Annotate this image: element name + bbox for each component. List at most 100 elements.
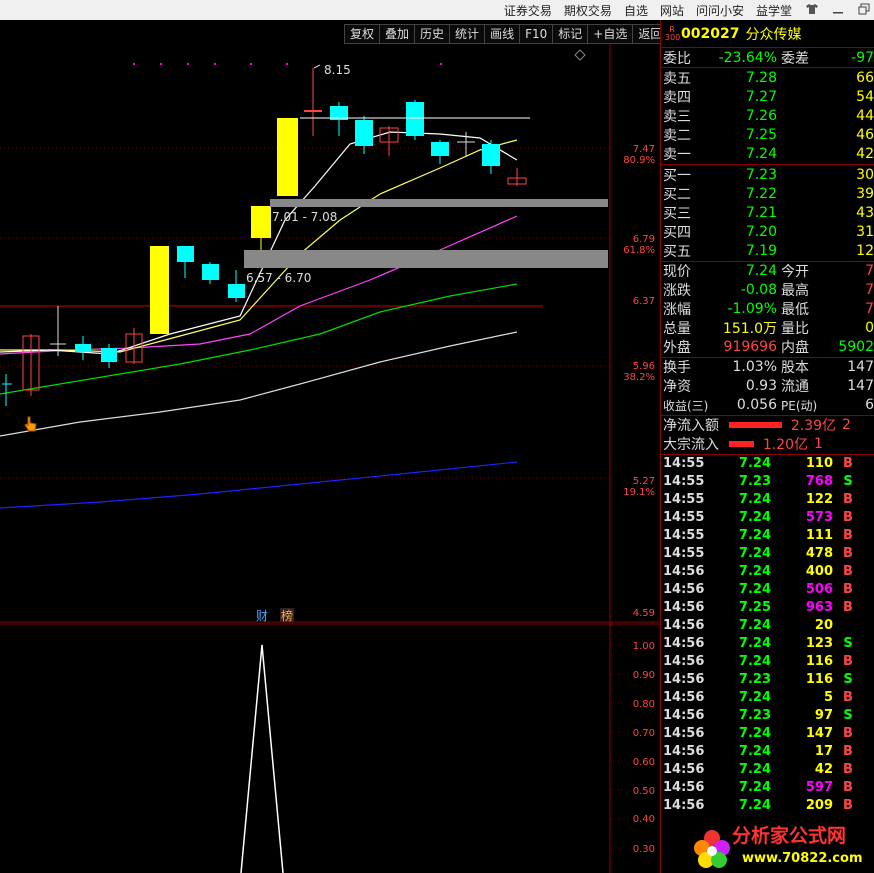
nav-ask-assistant[interactable]: 问问小安 <box>696 2 744 19</box>
ask-row[interactable]: 卖一 7.24 42 <box>661 145 874 164</box>
ask-row[interactable]: 卖四 7.27 54 <box>661 87 874 106</box>
kline-svg: 8.15 7.01 - 7.08 6.57 - 6.70 7.47 80.9% … <box>0 44 660 873</box>
range-band-upper <box>270 199 608 207</box>
diamond-icon[interactable] <box>574 49 586 61</box>
pct-tick: 80.9% <box>623 155 655 166</box>
bid-row[interactable]: 买二 7.22 39 <box>661 184 874 203</box>
money-flow: 净流入额 2.39亿 2 大宗流入 1.20亿 1 <box>663 417 851 454</box>
indicator-tick: 0.60 <box>633 757 655 768</box>
market-badge: R 300 <box>665 24 681 42</box>
f10-button[interactable]: F10 <box>519 24 554 44</box>
ask-row[interactable]: 卖五 7.28 66 <box>661 68 874 87</box>
indicator-tick: 0.30 <box>633 844 655 855</box>
finance-marker: 财 <box>256 609 268 623</box>
range-upper-label: 7.01 - 7.08 <box>272 210 337 224</box>
statistics-button[interactable]: 统计 <box>449 24 486 44</box>
indicator-tick: 0.80 <box>633 699 655 710</box>
ask-book: 卖五 7.28 66 卖四 7.27 54 卖三 7.26 44 卖二 7.25 46 卖一 7.… <box>661 68 874 164</box>
trade-row: 14:56 7.24 506 B <box>663 582 853 598</box>
quote-panel: R 300 002027 分众传媒 委比 -23.64% 委差 -97 卖五 7.… <box>660 20 874 873</box>
bid-row[interactable]: 买三 7.21 43 <box>661 203 874 222</box>
indicator-tick: 0.40 <box>633 814 655 825</box>
stock-header: R 300 002027 分众传媒 <box>661 20 874 48</box>
history-button[interactable]: 历史 <box>414 24 451 44</box>
bid-row[interactable]: 买五 7.19 12 <box>661 242 874 261</box>
trade-row: 14:55 7.24 110 B <box>663 456 853 472</box>
svg-text:www.70822.com: www.70822.com <box>742 851 863 866</box>
nav-website[interactable]: 网站 <box>660 2 684 19</box>
indicator-tick: 0.70 <box>633 728 655 739</box>
kline-chart[interactable]: 8.15 7.01 - 7.08 6.57 - 6.70 7.47 80.9% … <box>0 44 660 873</box>
restore-rights-button[interactable]: 复权 <box>344 24 381 44</box>
nav-options-trading[interactable]: 期权交易 <box>564 2 612 19</box>
flow-bar <box>729 441 754 448</box>
indicator-tick: 0.50 <box>633 786 655 797</box>
watermark-logo: 分析家公式网 www.70822.com <box>686 818 874 873</box>
trade-row: 14:56 7.24 147 B <box>663 726 853 742</box>
pct-tick: 38.2% <box>623 372 655 383</box>
range-band-lower <box>244 250 608 268</box>
trade-row: 14:56 7.25 963 B <box>663 600 853 616</box>
trade-row: 14:56 7.24 17 B <box>663 744 853 760</box>
price-tick: 6.79 <box>633 234 655 245</box>
price-tick: 6.37 <box>633 296 655 307</box>
trade-row: 14:56 7.24 400 B <box>663 564 853 580</box>
price-tick: 7.47 <box>633 144 655 155</box>
bid-row[interactable]: 买四 7.20 31 <box>661 223 874 242</box>
pct-tick: 19.1% <box>623 487 655 498</box>
stock-code: 002027 <box>681 25 740 42</box>
svg-text:分析家公式网: 分析家公式网 <box>732 824 846 847</box>
trade-row: 14:56 7.24 20 <box>663 618 833 634</box>
trade-row: 14:55 7.24 573 B <box>663 510 853 526</box>
trade-row: 14:55 7.24 122 B <box>663 492 853 508</box>
ma10-line <box>0 139 518 353</box>
price-tick: 5.96 <box>633 361 655 372</box>
quote-summary: 现价 7.24 今开 7 涨跌 -0.08 最高 7 涨幅 -1.09% 最低 7 总量 151.0… <box>663 263 874 357</box>
ma5-line <box>0 131 518 355</box>
restore-icon[interactable] <box>858 3 870 18</box>
fundamentals: 换手 1.03% 股本 147 净资 0.93 流通 147 收益(三) 0.056 PE(动)… <box>663 359 874 414</box>
top-nav-bar: 证券交易 期权交易 自选 网站 问问小安 益学堂 <box>0 0 874 20</box>
trade-ticker: 14:55 7.24 110 B 14:55 7.23 768 S 14:55 7.24 122 B 1… <box>661 455 874 815</box>
indicator-tick: 0.90 <box>633 670 655 681</box>
trade-row: 14:56 7.24 123 S <box>663 636 853 652</box>
range-lower-label: 6.57 - 6.70 <box>246 271 311 285</box>
trade-row: 14:55 7.23 768 S <box>663 474 853 490</box>
add-watchlist-button[interactable]: +自选 <box>587 24 634 44</box>
nav-watchlist[interactable]: 自选 <box>624 2 648 19</box>
trade-row: 14:56 7.24 42 B <box>663 762 853 778</box>
flower-logo-icon <box>694 830 730 868</box>
trade-row: 14:55 7.24 478 B <box>663 546 853 562</box>
price-tick: 4.59 <box>633 608 655 619</box>
chart-toolbar: 复权 叠加 历史 统计 画线 F10 标记 +自选 返回 <box>344 24 669 44</box>
ask-row[interactable]: 卖二 7.25 46 <box>661 126 874 145</box>
order-ratio-row: 委比 -23.64% 委差 -97 <box>663 49 874 67</box>
nav-learning[interactable]: 益学堂 <box>756 2 792 19</box>
trade-row: 14:56 7.23 116 S <box>663 672 853 688</box>
indicator-tick: 1.00 <box>633 641 655 652</box>
minimize-icon[interactable] <box>832 3 844 18</box>
trade-row: 14:56 7.24 5 B <box>663 690 853 706</box>
draw-line-button[interactable]: 画线 <box>484 24 521 44</box>
overlay-button[interactable]: 叠加 <box>379 24 416 44</box>
shirt-icon[interactable] <box>806 3 818 18</box>
trade-row: 14:56 7.24 209 B <box>663 798 853 814</box>
ranking-marker: 榜 <box>281 608 293 623</box>
trade-row: 14:56 7.23 97 S <box>663 708 853 724</box>
ask-row[interactable]: 卖三 7.26 44 <box>661 106 874 125</box>
ma120-line <box>0 461 518 509</box>
bid-book: 买一 7.23 30 买二 7.22 39 买三 7.21 43 买四 7.20 31 买五 7.… <box>661 165 874 261</box>
trade-row: 14:56 7.24 116 B <box>663 654 853 670</box>
price-tick: 5.27 <box>633 476 655 487</box>
hand-cursor-icon <box>24 416 38 436</box>
indicator-line <box>240 644 284 873</box>
stock-name: 分众传媒 <box>745 26 802 43</box>
nav-securities-trading[interactable]: 证券交易 <box>504 2 552 19</box>
candles <box>2 68 527 406</box>
trade-row: 14:56 7.24 597 B <box>663 780 853 796</box>
trade-row: 14:55 7.24 111 B <box>663 528 853 544</box>
pct-tick: 61.8% <box>623 245 655 256</box>
high-price-label: 8.15 <box>324 63 351 77</box>
mark-button[interactable]: 标记 <box>552 24 589 44</box>
bid-row[interactable]: 买一 7.23 30 <box>661 165 874 184</box>
